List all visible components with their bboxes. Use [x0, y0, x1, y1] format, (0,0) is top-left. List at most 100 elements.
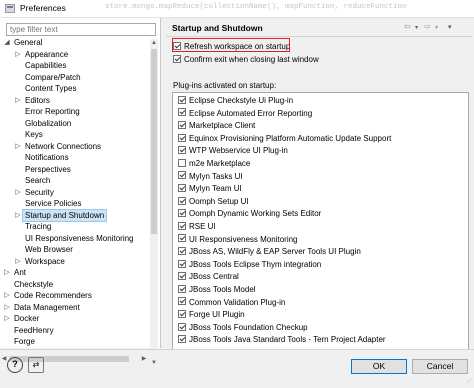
highlight-annotation-box	[172, 38, 290, 52]
collapsed-twisty-icon[interactable]: ▷	[14, 187, 22, 199]
tree-item[interactable]: Content Types	[0, 83, 150, 95]
checkbox-unchecked-icon[interactable]	[178, 158, 186, 167]
forward-dropdown-icon[interactable]: ▾	[435, 24, 438, 31]
forward-arrow-icon[interactable]: ⇨	[424, 22, 431, 31]
tree-item[interactable]: FeedHenry	[0, 325, 150, 337]
plugin-item[interactable]: Common Validation Plug-in	[178, 297, 285, 309]
resize-grip-icon[interactable]: ⋰	[465, 378, 472, 386]
horizontal-scrollbar-thumb[interactable]	[9, 356, 129, 362]
tree-item[interactable]: ▷ Code Recommenders	[0, 290, 150, 302]
plugin-item[interactable]: WTP Webservice UI Plug-in	[178, 145, 288, 157]
tree-item[interactable]: Notifications	[0, 152, 150, 164]
tree-item[interactable]: ▷ Security	[0, 187, 150, 199]
checkbox-checked-icon[interactable]	[178, 108, 186, 117]
tree-item[interactable]: Web Browser	[0, 244, 150, 256]
plugin-item[interactable]: JBoss AS, WildFly & EAP Server Tools UI …	[178, 246, 361, 258]
checkbox-checked-icon[interactable]	[178, 297, 186, 306]
ok-button[interactable]: OK	[351, 359, 407, 374]
plugin-item[interactable]: JBoss Central	[178, 271, 239, 283]
collapsed-twisty-icon[interactable]: ▷	[3, 267, 11, 279]
plugin-item[interactable]: JBoss Tools Java Standard Tools - Tern P…	[178, 334, 386, 346]
expanded-twisty-icon[interactable]: ◢	[3, 37, 11, 49]
tree-item[interactable]: ◢ General	[0, 37, 150, 49]
checkbox-checked-icon[interactable]	[178, 133, 186, 142]
scroll-down-arrow-icon[interactable]: ▼	[150, 359, 158, 367]
confirm-exit-checkbox[interactable]: Confirm exit when closing last window	[173, 54, 319, 65]
checkbox-checked-icon[interactable]	[178, 310, 186, 319]
checkbox-checked-icon[interactable]	[178, 221, 186, 230]
import-export-icon[interactable]: ⇄	[28, 357, 44, 373]
tree-item[interactable]: Checkstyle	[0, 279, 150, 291]
tree-item[interactable]: ▷ Editors	[0, 95, 150, 107]
collapsed-twisty-icon[interactable]: ▷	[14, 49, 22, 61]
tree-vertical-scrollbar[interactable]: ▲ ▼	[150, 39, 158, 367]
plugin-item[interactable]: RSE UI	[178, 221, 216, 233]
tree-item[interactable]: Service Policies	[0, 198, 150, 210]
plugin-item[interactable]: Marketplace Client	[178, 120, 255, 132]
checkbox-checked-icon[interactable]	[178, 272, 186, 281]
checkbox-checked-icon[interactable]	[178, 259, 186, 268]
plugin-item[interactable]: Forge UI Plugin	[178, 309, 245, 321]
tree-item[interactable]: Error Reporting	[0, 106, 150, 118]
scroll-up-arrow-icon[interactable]: ▲	[150, 39, 158, 47]
back-arrow-icon[interactable]: ⇦	[404, 22, 411, 31]
scroll-right-arrow-icon[interactable]: ▶	[140, 355, 148, 363]
plugin-item[interactable]: m2e Marketplace	[178, 158, 250, 170]
plugin-item[interactable]: Oomph Setup UI	[178, 196, 249, 208]
cancel-button[interactable]: Cancel	[412, 359, 468, 374]
help-icon[interactable]: ?	[7, 357, 23, 373]
tree-item[interactable]: ▷ Network Connections	[0, 141, 150, 153]
tree-item[interactable]: UI Responsiveness Monitoring	[0, 233, 150, 245]
collapsed-twisty-icon[interactable]: ▷	[3, 290, 11, 302]
checkbox-checked-icon[interactable]	[178, 322, 186, 331]
plugin-item[interactable]: Oomph Dynamic Working Sets Editor	[178, 208, 321, 220]
collapsed-twisty-icon[interactable]: ▷	[14, 141, 22, 153]
checkbox-checked-icon[interactable]	[178, 184, 186, 193]
collapsed-twisty-icon[interactable]: ▷	[3, 313, 11, 325]
checkbox-checked-icon[interactable]	[173, 54, 181, 63]
checkbox-checked-icon[interactable]	[178, 247, 186, 256]
checkbox-checked-icon[interactable]	[178, 209, 186, 218]
plugin-item[interactable]: Eclipse Automated Error Reporting	[178, 108, 312, 120]
plugin-item[interactable]: Equinox Provisioning Platform Automatic …	[178, 133, 391, 145]
tree-item[interactable]: ▷ Data Management	[0, 302, 150, 314]
tree-item[interactable]: Tracing	[0, 221, 150, 233]
tree-item[interactable]: ▷ Appearance	[0, 49, 150, 61]
tree-item[interactable]: Search	[0, 175, 150, 187]
checkbox-checked-icon[interactable]	[178, 284, 186, 293]
plugin-item[interactable]: JBoss Tools Foundation Checkup	[178, 322, 308, 334]
tree-item[interactable]: ▷ Docker	[0, 313, 150, 325]
tree-item[interactable]: Capabilities	[0, 60, 150, 72]
back-dropdown-icon[interactable]: ▾	[415, 24, 418, 31]
checkbox-checked-icon[interactable]	[178, 196, 186, 205]
tree-item[interactable]: Compare/Patch	[0, 72, 150, 84]
tree-item[interactable]: ▷ Workspace	[0, 256, 150, 268]
tree-item[interactable]: Forge	[0, 336, 150, 348]
checkbox-checked-icon[interactable]	[178, 95, 186, 104]
tree-item[interactable]: ▷ Startup and Shutdown	[0, 208, 150, 222]
view-menu-icon[interactable]: ▾	[448, 23, 452, 31]
filter-input[interactable]	[6, 23, 156, 36]
preferences-tree-panel: ◢General▷AppearanceCapabilitiesCompare/P…	[0, 18, 161, 367]
plugin-item[interactable]: JBoss Tools Model	[178, 284, 256, 296]
plugin-item[interactable]: Eclipse Checkstyle Ui Plug-in	[178, 95, 293, 107]
checkbox-checked-icon[interactable]	[178, 171, 186, 180]
collapsed-twisty-icon[interactable]: ▷	[14, 210, 22, 222]
plugin-item[interactable]: JBoss Tools Eclipse Thym integration	[178, 259, 321, 271]
checkbox-checked-icon[interactable]	[178, 121, 186, 130]
tree-item[interactable]: ▷ Ant	[0, 267, 150, 279]
collapsed-twisty-icon[interactable]: ▷	[14, 256, 22, 268]
tree-item[interactable]: Globalization	[0, 118, 150, 130]
checkbox-checked-icon[interactable]	[178, 234, 186, 243]
tree-item[interactable]: Perspectives	[0, 164, 150, 176]
plugin-item[interactable]: Mylyn Team UI	[178, 183, 242, 195]
plugin-item[interactable]: Mylyn Tasks UI	[178, 171, 243, 183]
checkbox-checked-icon[interactable]	[178, 335, 186, 344]
plugin-item[interactable]: UI Responsiveness Monitoring	[178, 234, 298, 246]
scrollbar-thumb[interactable]	[151, 49, 157, 234]
checkbox-checked-icon[interactable]	[178, 146, 186, 155]
title-bar: Preferences store.mongo.mapReduce(collec…	[0, 0, 474, 18]
collapsed-twisty-icon[interactable]: ▷	[3, 302, 11, 314]
collapsed-twisty-icon[interactable]: ▷	[14, 95, 22, 107]
tree-item[interactable]: Keys	[0, 129, 150, 141]
